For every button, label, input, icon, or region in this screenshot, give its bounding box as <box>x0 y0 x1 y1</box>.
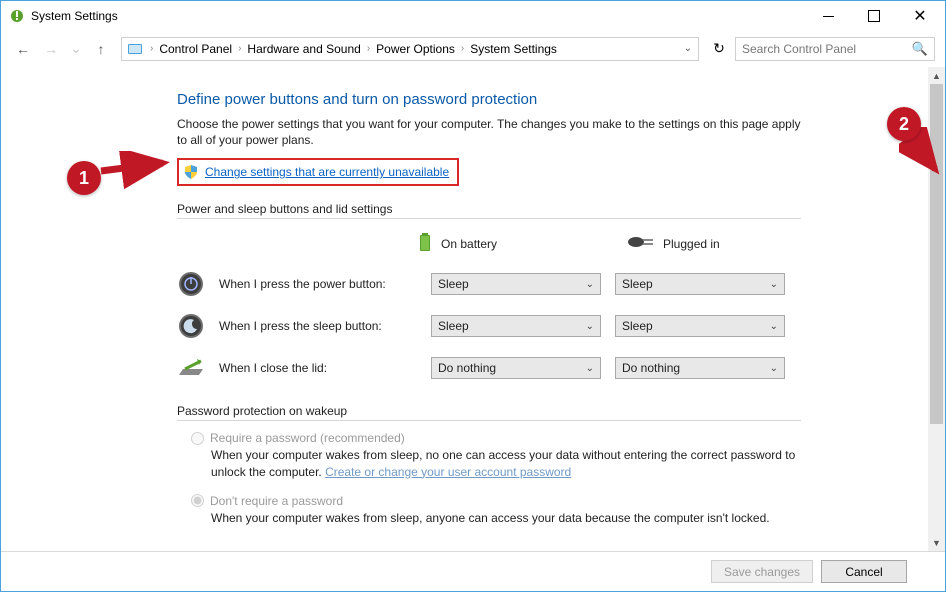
dont-require-password-option: Don't require a password When your compu… <box>177 494 801 526</box>
breadcrumb-sep-icon: › <box>457 43 468 54</box>
save-button: Save changes <box>711 560 813 583</box>
require-password-desc: When your computer wakes from sleep, no … <box>211 447 801 479</box>
minimize-button[interactable] <box>805 1 851 31</box>
setting-row-sleep-button: When I press the sleep button: Sleep⌄ Sl… <box>177 312 801 340</box>
setting-row-power-button: When I press the power button: Sleep⌄ Sl… <box>177 270 801 298</box>
power-button-plugged-combo[interactable]: Sleep⌄ <box>615 273 785 295</box>
section-buttons-title: Power and sleep buttons and lid settings <box>177 202 801 219</box>
require-password-label: Require a password (recommended) <box>210 431 405 445</box>
chevron-down-icon: ⌄ <box>586 321 594 332</box>
lid-battery-combo[interactable]: Do nothing⌄ <box>431 357 601 379</box>
breadcrumb-item[interactable]: Hardware and Sound <box>247 42 360 56</box>
col-plugged-label: Plugged in <box>663 237 720 251</box>
page-content: Define power buttons and turn on passwor… <box>1 67 861 536</box>
breadcrumb-dropdown-icon[interactable]: ⌄ <box>684 43 692 54</box>
shield-icon <box>183 164 199 180</box>
search-icon: 🔍 <box>912 41 928 57</box>
maximize-button[interactable] <box>851 1 897 31</box>
setting-row-lid: When I close the lid: Do nothing⌄ Do not… <box>177 354 801 382</box>
chevron-down-icon: ⌄ <box>770 363 778 374</box>
power-icon <box>177 270 205 298</box>
chevron-down-icon: ⌄ <box>770 279 778 290</box>
chevron-down-icon: ⌄ <box>586 279 594 290</box>
plug-icon <box>627 234 655 253</box>
window-title: System Settings <box>31 9 805 23</box>
back-button[interactable]: ← <box>11 37 35 61</box>
app-icon <box>9 8 25 24</box>
sleep-button-plugged-combo[interactable]: Sleep⌄ <box>615 315 785 337</box>
page-description: Choose the power settings that you want … <box>177 116 801 148</box>
lid-plugged-combo[interactable]: Do nothing⌄ <box>615 357 785 379</box>
row-label: When I press the sleep button: <box>219 319 417 333</box>
breadcrumb-item[interactable]: System Settings <box>470 42 557 56</box>
refresh-button[interactable]: ↻ <box>707 37 731 61</box>
title-bar: System Settings ✕ <box>1 1 945 31</box>
footer-bar: Save changes Cancel <box>1 551 945 591</box>
sleep-icon <box>177 312 205 340</box>
row-label: When I close the lid: <box>219 361 417 375</box>
col-battery-header: On battery <box>417 231 587 256</box>
power-button-battery-combo[interactable]: Sleep⌄ <box>431 273 601 295</box>
address-bar: ← → ⌄ ↑ › Control Panel › Hardware and S… <box>1 31 945 67</box>
scroll-down-button[interactable]: ▼ <box>928 534 945 551</box>
dont-require-password-desc: When your computer wakes from sleep, any… <box>211 510 801 526</box>
chevron-down-icon: ⌄ <box>770 321 778 332</box>
create-password-link[interactable]: Create or change your user account passw… <box>325 465 571 479</box>
lid-icon <box>177 354 205 382</box>
search-placeholder: Search Control Panel <box>742 42 912 56</box>
breadcrumb[interactable]: › Control Panel › Hardware and Sound › P… <box>121 37 699 61</box>
require-password-option: Require a password (recommended) When yo… <box>177 431 801 479</box>
chevron-down-icon: ⌄ <box>586 363 594 374</box>
dont-require-password-label: Don't require a password <box>210 494 343 508</box>
highlight-box: Change settings that are currently unava… <box>177 158 459 186</box>
dont-require-password-radio <box>191 494 204 507</box>
col-battery-label: On battery <box>441 237 497 251</box>
annotation-marker-1: 1 <box>67 161 101 195</box>
require-password-radio <box>191 432 204 445</box>
annotation-arrow-1 <box>97 151 177 191</box>
search-input[interactable]: Search Control Panel 🔍 <box>735 37 935 61</box>
control-panel-icon <box>126 40 144 58</box>
page-heading: Define power buttons and turn on passwor… <box>177 91 801 108</box>
annotation-marker-2: 2 <box>887 107 921 141</box>
breadcrumb-item[interactable]: Control Panel <box>159 42 232 56</box>
close-button[interactable]: ✕ <box>897 1 943 31</box>
battery-icon <box>417 231 433 256</box>
sleep-button-battery-combo[interactable]: Sleep⌄ <box>431 315 601 337</box>
col-plugged-header: Plugged in <box>627 231 797 256</box>
breadcrumb-item[interactable]: Power Options <box>376 42 455 56</box>
section-password-title: Password protection on wakeup <box>177 404 801 421</box>
row-label: When I press the power button: <box>219 277 417 291</box>
scroll-up-button[interactable]: ▲ <box>928 67 945 84</box>
recent-dropdown[interactable]: ⌄ <box>67 37 85 61</box>
up-button[interactable]: ↑ <box>89 37 113 61</box>
breadcrumb-sep-icon: › <box>363 43 374 54</box>
breadcrumb-sep-icon: › <box>234 43 245 54</box>
breadcrumb-sep-icon: › <box>146 43 157 54</box>
cancel-button[interactable]: Cancel <box>821 560 907 583</box>
forward-button: → <box>39 37 63 61</box>
change-settings-link[interactable]: Change settings that are currently unava… <box>205 165 449 179</box>
